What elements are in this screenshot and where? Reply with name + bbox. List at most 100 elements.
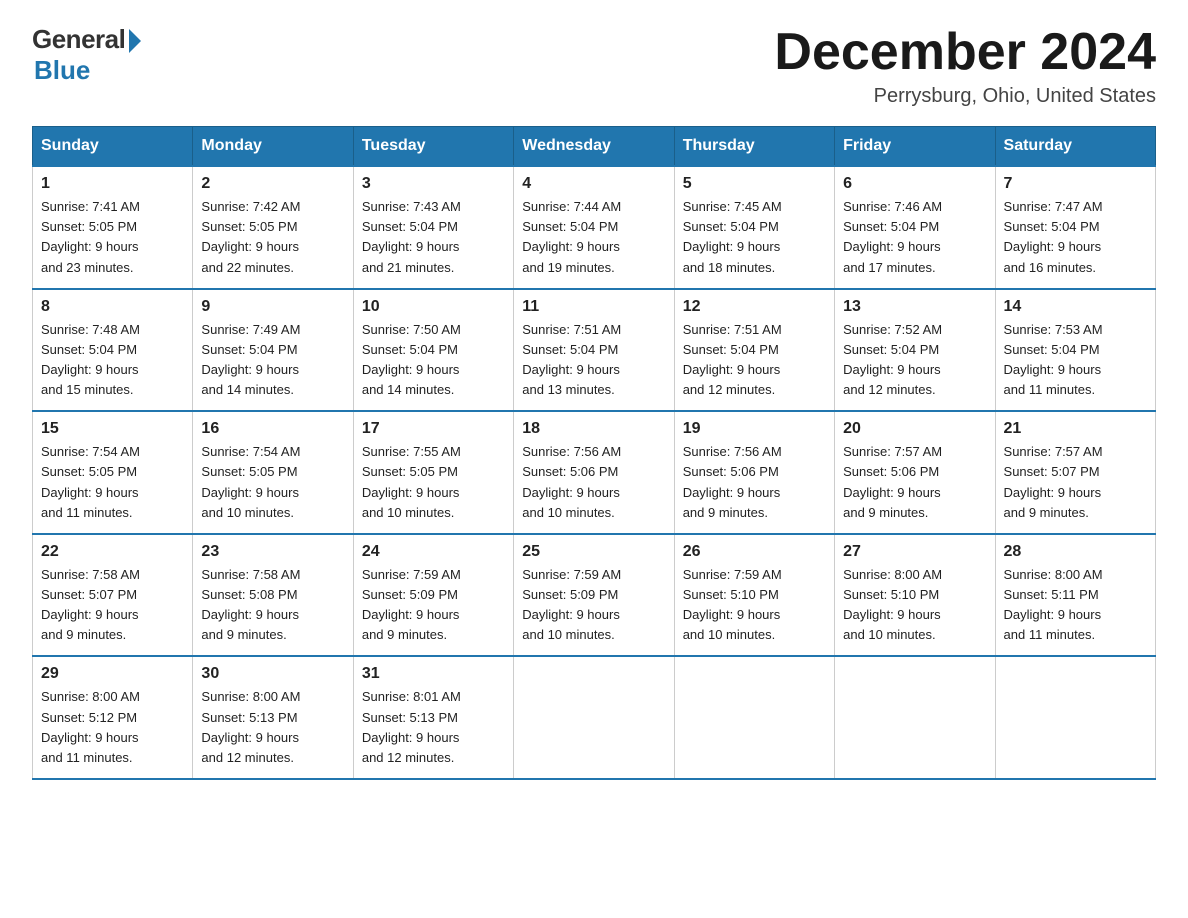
calendar-cell: 15Sunrise: 7:54 AMSunset: 5:05 PMDayligh…: [33, 411, 193, 534]
day-number: 31: [362, 665, 505, 683]
week-row: 29 Sunrise: 8:00 AMSunset: 5:12 PMDayligh…: [33, 656, 1156, 779]
day-info: Sunrise: 7:58 AMSunset: 5:07 PMDaylight:…: [41, 565, 184, 646]
day-number: 29: [41, 665, 184, 683]
day-number: 4: [522, 175, 665, 193]
header-cell-tuesday: Tuesday: [353, 127, 513, 167]
title-block: December 2024 Perrysburg, Ohio, United S…: [774, 24, 1156, 108]
day-number: 19: [683, 420, 826, 438]
day-info: Sunrise: 7:55 AMSunset: 5:05 PMDaylight:…: [362, 442, 505, 523]
calendar-cell: 17 Sunrise: 7:55 AMSunset: 5:05 PMDayligh…: [353, 411, 513, 534]
day-number: 7: [1004, 175, 1147, 193]
day-info: Sunrise: 7:53 AMSunset: 5:04 PMDaylight:…: [1004, 320, 1147, 401]
day-number: 6: [843, 175, 986, 193]
day-info: Sunrise: 7:47 AMSunset: 5:04 PMDaylight:…: [1004, 197, 1147, 278]
day-info: Sunrise: 7:49 AMSunset: 5:04 PMDaylight:…: [201, 320, 344, 401]
calendar-cell: 8 Sunrise: 7:48 AMSunset: 5:04 PMDaylight…: [33, 289, 193, 412]
day-info: Sunrise: 7:41 AMSunset: 5:05 PMDaylight:…: [41, 197, 184, 278]
calendar-cell: 18 Sunrise: 7:56 AMSunset: 5:06 PMDayligh…: [514, 411, 674, 534]
day-info: Sunrise: 7:45 AMSunset: 5:04 PMDaylight:…: [683, 197, 826, 278]
day-number: 27: [843, 543, 986, 561]
calendar-cell: [674, 656, 834, 779]
day-number: 26: [683, 543, 826, 561]
day-info: Sunrise: 7:59 AMSunset: 5:09 PMDaylight:…: [522, 565, 665, 646]
day-info: Sunrise: 7:57 AMSunset: 5:07 PMDaylight:…: [1004, 442, 1147, 523]
day-number: 16: [201, 420, 344, 438]
calendar-cell: 11 Sunrise: 7:51 AMSunset: 5:04 PMDayligh…: [514, 289, 674, 412]
week-row: 8 Sunrise: 7:48 AMSunset: 5:04 PMDaylight…: [33, 289, 1156, 412]
day-info: Sunrise: 8:00 AMSunset: 5:11 PMDaylight:…: [1004, 565, 1147, 646]
calendar-cell: 3 Sunrise: 7:43 AMSunset: 5:04 PMDaylight…: [353, 166, 513, 289]
logo: General Blue: [32, 24, 141, 86]
page-header: General Blue December 2024 Perrysburg, O…: [32, 24, 1156, 108]
logo-general-text: General: [32, 24, 125, 55]
calendar-cell: 27 Sunrise: 8:00 AMSunset: 5:10 PMDayligh…: [835, 534, 995, 657]
day-info: Sunrise: 7:48 AMSunset: 5:04 PMDaylight:…: [41, 320, 184, 401]
header-cell-monday: Monday: [193, 127, 353, 167]
day-info: Sunrise: 8:00 AMSunset: 5:12 PMDaylight:…: [41, 687, 184, 768]
day-info: Sunrise: 7:58 AMSunset: 5:08 PMDaylight:…: [201, 565, 344, 646]
calendar-cell: 23 Sunrise: 7:58 AMSunset: 5:08 PMDayligh…: [193, 534, 353, 657]
calendar-cell: [514, 656, 674, 779]
day-number: 12: [683, 298, 826, 316]
calendar-cell: 1 Sunrise: 7:41 AMSunset: 5:05 PMDaylight…: [33, 166, 193, 289]
calendar-cell: [835, 656, 995, 779]
day-number: 18: [522, 420, 665, 438]
day-number: 3: [362, 175, 505, 193]
calendar-body: 1 Sunrise: 7:41 AMSunset: 5:05 PMDaylight…: [33, 166, 1156, 779]
day-number: 8: [41, 298, 184, 316]
week-row: 15 Sunrise: 7:54 AMSunset: 5:05 PMDayligh…: [33, 411, 1156, 534]
day-info: Sunrise: 8:00 AMSunset: 5:10 PMDaylight:…: [843, 565, 986, 646]
header-cell-sunday: Sunday: [33, 127, 193, 167]
day-info: Sunrise: 7:46 AMSunset: 5:04 PMDaylight:…: [843, 197, 986, 278]
day-number: 1: [41, 175, 184, 193]
calendar-cell: 19 Sunrise: 7:56 AMSunset: 5:06 PMDayligh…: [674, 411, 834, 534]
location-subtitle: Perrysburg, Ohio, United States: [774, 85, 1156, 108]
day-info: Sunrise: 7:54 AMSunset: 5:05 PMDaylight:…: [201, 442, 344, 523]
day-number: 2: [201, 175, 344, 193]
day-number: 11: [522, 298, 665, 316]
calendar-cell: 16 Sunrise: 7:54 AMSunset: 5:05 PMDayligh…: [193, 411, 353, 534]
calendar-table: SundayMondayTuesdayWednesdayThursdayFrid…: [32, 126, 1156, 780]
header-cell-wednesday: Wednesday: [514, 127, 674, 167]
calendar-cell: 22 Sunrise: 7:58 AMSunset: 5:07 PMDayligh…: [33, 534, 193, 657]
day-number: 23: [201, 543, 344, 561]
calendar-header: SundayMondayTuesdayWednesdayThursdayFrid…: [33, 127, 1156, 167]
calendar-cell: 24 Sunrise: 7:59 AMSunset: 5:09 PMDayligh…: [353, 534, 513, 657]
calendar-cell: 14 Sunrise: 7:53 AMSunset: 5:04 PMDayligh…: [995, 289, 1155, 412]
calendar-cell: 21 Sunrise: 7:57 AMSunset: 5:07 PMDayligh…: [995, 411, 1155, 534]
day-number: 10: [362, 298, 505, 316]
header-cell-thursday: Thursday: [674, 127, 834, 167]
day-number: 15: [41, 420, 184, 438]
day-number: 28: [1004, 543, 1147, 561]
logo-blue-text: Blue: [34, 55, 90, 86]
day-info: Sunrise: 7:50 AMSunset: 5:04 PMDaylight:…: [362, 320, 505, 401]
calendar-cell: 5 Sunrise: 7:45 AMSunset: 5:04 PMDaylight…: [674, 166, 834, 289]
day-info: Sunrise: 7:44 AMSunset: 5:04 PMDaylight:…: [522, 197, 665, 278]
day-info: Sunrise: 7:51 AMSunset: 5:04 PMDaylight:…: [522, 320, 665, 401]
day-number: 5: [683, 175, 826, 193]
day-number: 24: [362, 543, 505, 561]
day-info: Sunrise: 7:43 AMSunset: 5:04 PMDaylight:…: [362, 197, 505, 278]
calendar-cell: 31Sunrise: 8:01 AMSunset: 5:13 PMDayligh…: [353, 656, 513, 779]
day-info: Sunrise: 7:56 AMSunset: 5:06 PMDaylight:…: [522, 442, 665, 523]
calendar-cell: 13Sunrise: 7:52 AMSunset: 5:04 PMDayligh…: [835, 289, 995, 412]
day-info: Sunrise: 7:42 AMSunset: 5:05 PMDaylight:…: [201, 197, 344, 278]
header-row: SundayMondayTuesdayWednesdayThursdayFrid…: [33, 127, 1156, 167]
calendar-cell: 29 Sunrise: 8:00 AMSunset: 5:12 PMDayligh…: [33, 656, 193, 779]
day-info: Sunrise: 7:51 AMSunset: 5:04 PMDaylight:…: [683, 320, 826, 401]
calendar-cell: 9Sunrise: 7:49 AMSunset: 5:04 PMDaylight…: [193, 289, 353, 412]
day-number: 21: [1004, 420, 1147, 438]
day-number: 30: [201, 665, 344, 683]
calendar-cell: 12 Sunrise: 7:51 AMSunset: 5:04 PMDayligh…: [674, 289, 834, 412]
day-number: 22: [41, 543, 184, 561]
day-number: 13: [843, 298, 986, 316]
day-info: Sunrise: 7:56 AMSunset: 5:06 PMDaylight:…: [683, 442, 826, 523]
calendar-cell: 26Sunrise: 7:59 AMSunset: 5:10 PMDayligh…: [674, 534, 834, 657]
logo-arrow-icon: [129, 29, 141, 53]
day-number: 17: [362, 420, 505, 438]
day-number: 25: [522, 543, 665, 561]
day-info: Sunrise: 7:59 AMSunset: 5:09 PMDaylight:…: [362, 565, 505, 646]
week-row: 22 Sunrise: 7:58 AMSunset: 5:07 PMDayligh…: [33, 534, 1156, 657]
day-number: 14: [1004, 298, 1147, 316]
day-number: 20: [843, 420, 986, 438]
